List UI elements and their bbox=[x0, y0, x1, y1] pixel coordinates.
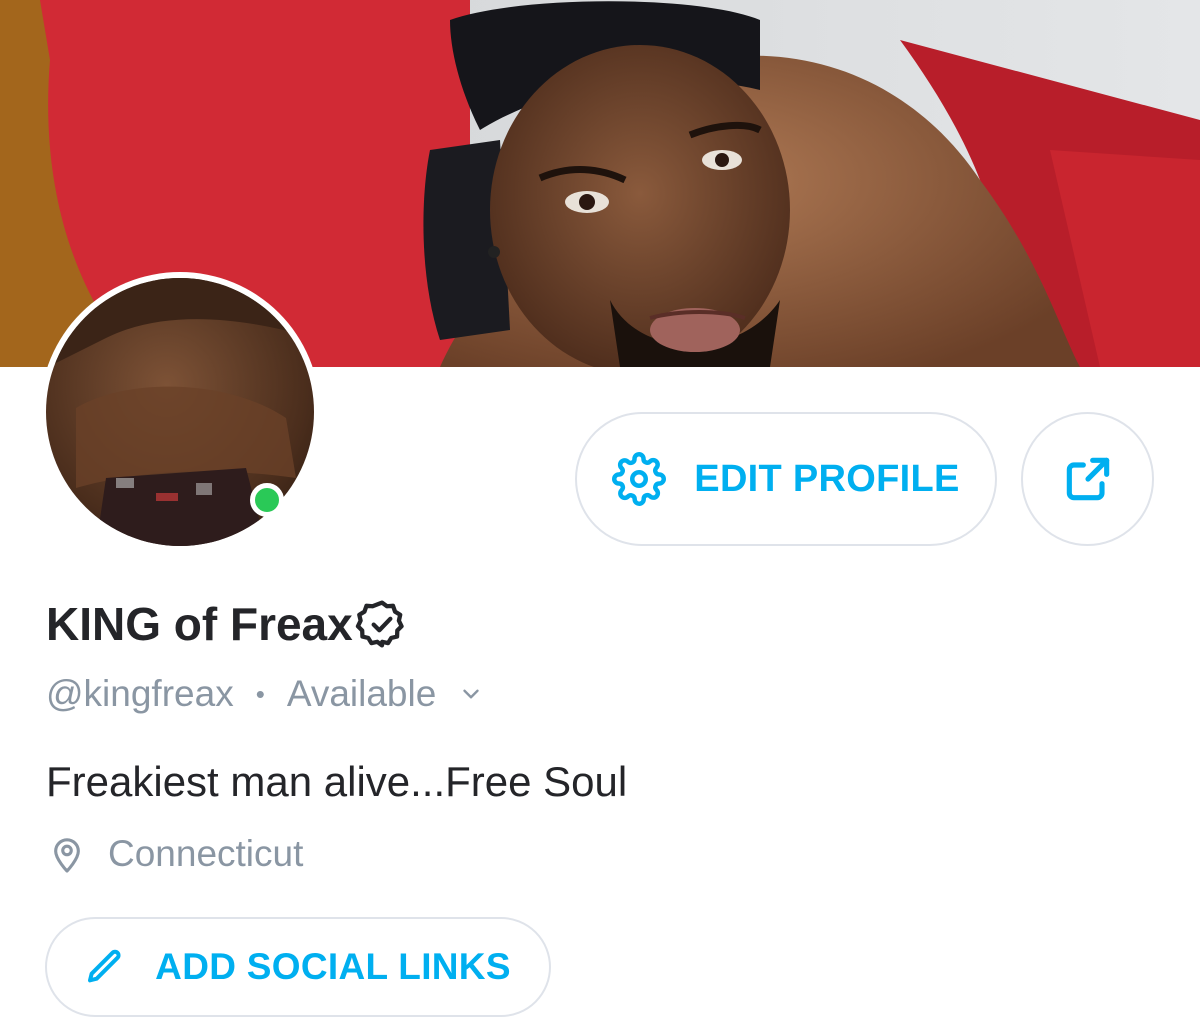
verified-badge-icon bbox=[355, 597, 409, 651]
profile-bio: Freakiest man alive...Free Soul bbox=[46, 758, 628, 805]
separator-dot: • bbox=[255, 678, 265, 709]
display-name-row: KING of Freax bbox=[46, 594, 409, 654]
username-handle: @kingfreax bbox=[46, 673, 234, 714]
share-button[interactable] bbox=[1021, 412, 1154, 546]
share-icon bbox=[1060, 451, 1116, 507]
status-label: Available bbox=[286, 673, 437, 714]
location-row: Connecticut bbox=[50, 830, 303, 878]
handle-status-row: @kingfreax • Available bbox=[46, 670, 484, 718]
gear-icon bbox=[612, 452, 667, 506]
add-social-links-label: ADD SOCIAL LINKS bbox=[155, 946, 511, 987]
map-pin-icon bbox=[50, 833, 84, 875]
online-status-indicator bbox=[250, 483, 284, 517]
add-social-links-button[interactable]: ADD SOCIAL LINKS bbox=[45, 917, 551, 1017]
chevron-down-icon bbox=[458, 681, 484, 707]
edit-profile-label: EDIT PROFILE bbox=[694, 457, 960, 500]
edit-profile-button[interactable]: EDIT PROFILE bbox=[575, 412, 997, 546]
pencil-icon bbox=[85, 947, 125, 987]
location-label: Connecticut bbox=[108, 833, 304, 874]
display-name: KING of Freax bbox=[46, 598, 353, 650]
profile-page: EDIT PROFILE KING of Freax @kingfreax • … bbox=[0, 0, 1200, 1024]
status-dropdown[interactable]: Available bbox=[287, 673, 484, 715]
